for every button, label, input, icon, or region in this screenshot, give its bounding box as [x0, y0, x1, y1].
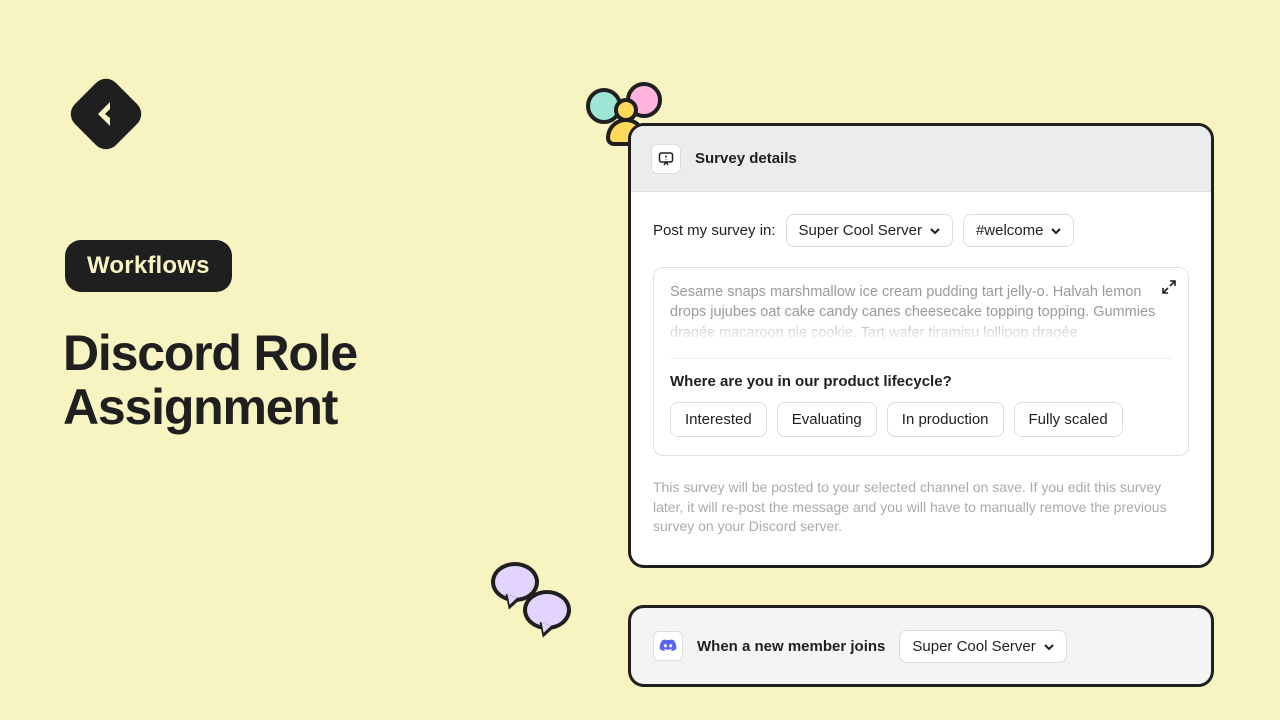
- trigger-card: When a new member joins Super Cool Serve…: [628, 605, 1214, 687]
- card-header: Survey details: [631, 126, 1211, 192]
- trigger-text: When a new member joins: [697, 638, 885, 655]
- channel-select[interactable]: #welcome: [963, 214, 1075, 247]
- trigger-server-select[interactable]: Super Cool Server: [899, 630, 1066, 663]
- option-in-production[interactable]: In production: [887, 402, 1004, 437]
- survey-body-text: Sesame snaps marshmallow ice cream puddi…: [670, 282, 1172, 342]
- divider: [670, 358, 1172, 359]
- server-select[interactable]: Super Cool Server: [786, 214, 953, 247]
- expand-icon[interactable]: [1162, 280, 1176, 299]
- chevron-down-icon: [1051, 222, 1061, 239]
- chevron-down-icon: [1044, 638, 1054, 655]
- survey-body-editor[interactable]: Sesame snaps marshmallow ice cream puddi…: [653, 267, 1189, 456]
- option-interested[interactable]: Interested: [670, 402, 767, 437]
- chat-bubbles-icon: [485, 556, 585, 646]
- survey-icon: [651, 144, 681, 174]
- post-in-label: Post my survey in:: [653, 222, 776, 239]
- discord-icon: [653, 631, 683, 661]
- survey-footnote: This survey will be posted to your selec…: [631, 478, 1211, 557]
- page-title: Discord Role Assignment: [63, 326, 357, 434]
- logo: [65, 73, 147, 160]
- option-fully-scaled[interactable]: Fully scaled: [1014, 402, 1123, 437]
- card-title: Survey details: [695, 150, 797, 167]
- option-evaluating[interactable]: Evaluating: [777, 402, 877, 437]
- chevron-down-icon: [930, 222, 940, 239]
- survey-details-card: Survey details Post my survey in: Super …: [628, 123, 1214, 568]
- survey-question: Where are you in our product lifecycle?: [670, 373, 1172, 390]
- workflows-badge: Workflows: [65, 240, 232, 292]
